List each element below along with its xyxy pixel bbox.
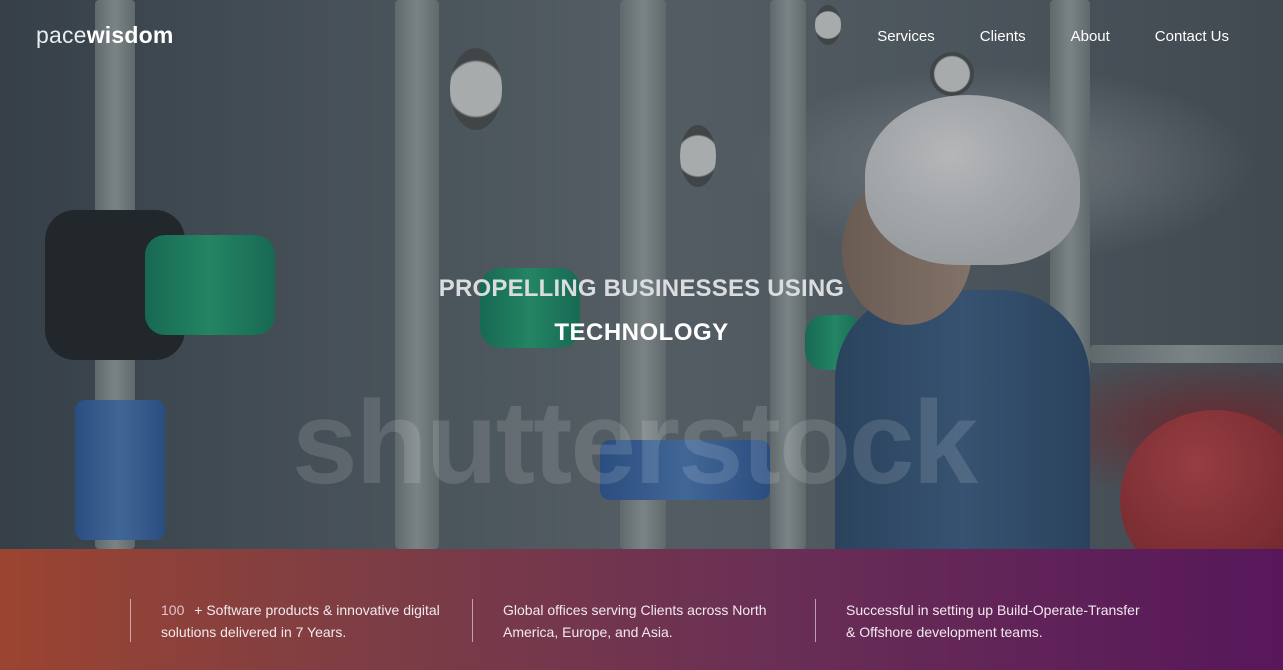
- hero-section: shutterstock pacewisdom Services Clients…: [0, 0, 1283, 549]
- hero-headline-line1: PROPELLING BUSINESSES USING: [438, 275, 845, 302]
- brand-logo[interactable]: pacewisdom: [36, 22, 174, 49]
- top-navbar: pacewisdom Services Clients About Contac…: [0, 0, 1283, 72]
- stat-text: + Software products & innovative digital…: [161, 602, 440, 640]
- stats-bar: 100 + Software products & innovative dig…: [0, 549, 1283, 670]
- logo-bold-text: wisdom: [86, 22, 174, 48]
- stat-item-offices: Global offices serving Clients across No…: [472, 599, 815, 642]
- nav-link-clients[interactable]: Clients: [980, 28, 1026, 45]
- stat-text: Successful in setting up Build-Operate-T…: [846, 602, 1140, 640]
- nav-link-contact-us[interactable]: Contact Us: [1155, 28, 1229, 45]
- stat-item-products: 100 + Software products & innovative dig…: [130, 599, 472, 642]
- nav-link-about[interactable]: About: [1071, 28, 1110, 45]
- stat-text: Global offices serving Clients across No…: [503, 602, 767, 640]
- stat-item-teams: Successful in setting up Build-Operate-T…: [815, 599, 1145, 642]
- nav-menu: Services Clients About Contact Us: [832, 28, 1229, 45]
- stock-watermark: shutterstock: [292, 377, 978, 509]
- logo-light-text: pace: [36, 22, 87, 48]
- hero-headline-line2: TECHNOLOGY: [554, 319, 729, 346]
- hero-headline: PROPELLING BUSINESSES USING TECHNOLOGY: [0, 275, 1283, 347]
- nav-link-services[interactable]: Services: [877, 28, 935, 45]
- stat-number: 100: [161, 602, 185, 618]
